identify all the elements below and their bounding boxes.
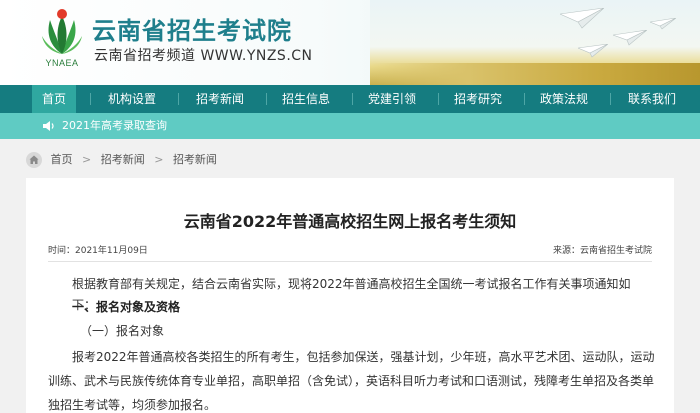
section-heading: 一、报名对象及资格 [72,300,181,314]
paper-plane-icon [560,8,604,29]
article-card: 云南省2022年普通高校招生网上报名考生须知 时间：2021年11月09日 来源… [26,178,674,413]
logo-text: YNAEA [45,58,79,68]
site-subtitle: 云南省招考频道 WWW.YNZS.CN [94,48,313,64]
header-banner-field [370,63,700,85]
home-icon [26,152,42,168]
article-body: 报考2022年普通高校各类招生的所有考生，包括参加保送，强基计划，少年班，高水平… [48,350,655,412]
paper-plane-icon [578,44,608,58]
breadcrumb-item-current[interactable]: 招考新闻 [173,151,217,169]
nav-divider [90,93,91,105]
nav-item-admissions-info[interactable]: 招生信息 [274,85,338,113]
article-date: 时间：2021年11月09日 [48,246,148,256]
main-nav: 首页 机构设置 招考新闻 招生信息 党建引领 招考研究 政策法规 联系我们 [0,85,700,113]
subsection-heading: （一）报名对象 [80,324,165,338]
site-header: YNAEA 云南省招生考试院 云南省招考频道 WWW.YNZS.CN [0,0,700,85]
nav-item-home[interactable]: 首页 [32,85,76,113]
nav-divider [524,93,525,105]
article-meta: 时间：2021年11月09日 来源：云南省招生考试院 [48,240,652,262]
breadcrumb-separator: > [154,153,164,166]
paper-plane-icon [650,18,676,30]
nav-divider [266,93,267,105]
nav-item-party-building[interactable]: 党建引领 [360,85,424,113]
nav-item-policy[interactable]: 政策法规 [532,85,596,113]
speaker-icon [43,121,54,131]
site-title[interactable]: 云南省招生考试院 [92,11,292,46]
article-source: 来源：云南省招生考试院 [552,246,652,256]
breadcrumb-separator: > [82,153,92,166]
nav-item-contact[interactable]: 联系我们 [620,85,684,113]
nav-divider [438,93,439,105]
article-title: 云南省2022年普通高校招生网上报名考生须知 [183,212,517,231]
notice-link[interactable]: 2021年高考录取查询 [62,113,167,139]
notice-bar: 2021年高考录取查询 [0,113,700,139]
breadcrumb-item-home[interactable]: 首页 [51,151,73,169]
breadcrumb: 首页 > 招考新闻 > 招考新闻 [26,151,217,169]
nav-item-research[interactable]: 招考研究 [446,85,510,113]
ynaea-logo [42,9,82,54]
nav-divider [352,93,353,105]
breadcrumb-item-news[interactable]: 招考新闻 [101,151,145,169]
nav-item-news[interactable]: 招考新闻 [188,85,252,113]
nav-divider [610,93,611,105]
paper-plane-icon [613,30,647,46]
nav-item-organization[interactable]: 机构设置 [100,85,164,113]
nav-divider [178,93,179,105]
